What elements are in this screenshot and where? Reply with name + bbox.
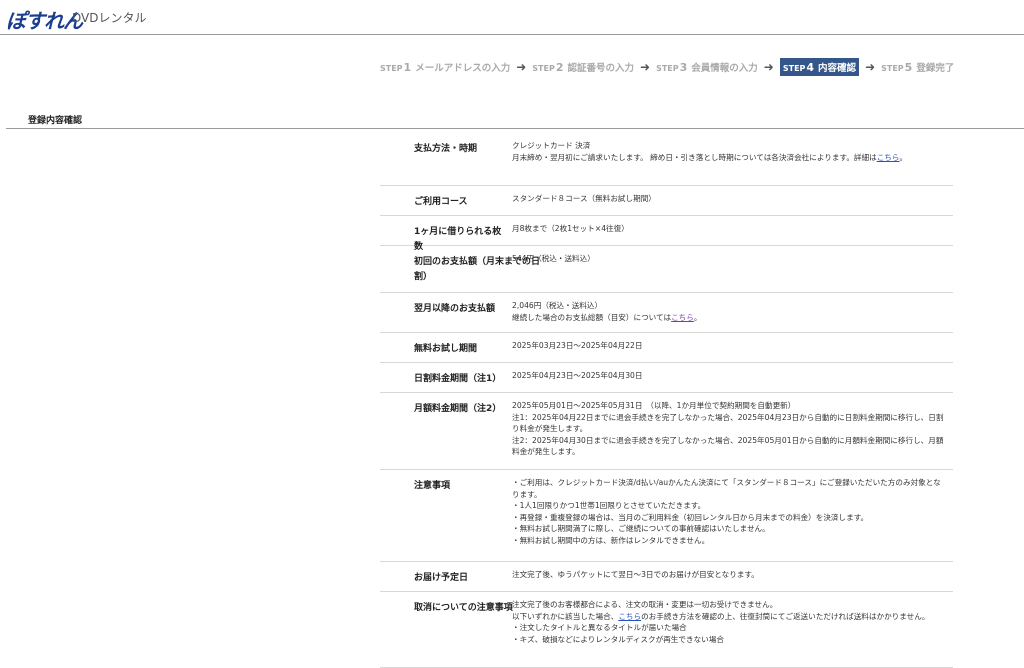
list-item: ・注文したタイトルと異なるタイトルが届いた場合 xyxy=(512,623,687,632)
list-item: ・無料お試し期間中の方は、新作はレンタルできません。 xyxy=(512,535,710,545)
step-1: STEP 1 メールアドレスの入力 xyxy=(380,60,510,74)
row-label: 月額料金期間（注2） xyxy=(414,404,502,414)
payment-timing-end: 。 xyxy=(899,152,908,162)
total-payment-link[interactable]: こちら xyxy=(671,313,694,322)
cancel-policy: 注文完了後のお客様都合による、注文の取消・変更は一切お受けできません。 xyxy=(512,600,778,609)
row-payment: 支払方法・時期 クレジットカード 決済 月末締め・翌月初にご請求いたします。 締… xyxy=(380,133,953,186)
step-3: STEP 3 会員情報の入力 xyxy=(656,60,758,74)
step-5: STEP 5 登録完了 xyxy=(881,60,954,74)
row-value: 544円（税込・送料込） xyxy=(512,254,595,263)
row-label: 1ヶ月に借りられる枚数 xyxy=(414,227,502,252)
site-logo[interactable]: ぽすれん xyxy=(6,5,83,34)
payment-timing-text: 月末締め・翌月初にご請求いたします。 締め日・引き落とし時期については各決済会社… xyxy=(512,152,877,162)
step-4-current: STEP 4 内容確認 xyxy=(779,58,860,76)
step-number: 3 xyxy=(679,61,688,74)
cancel-return-note: 以下いずれかに該当した場合、こちらのお手続き方法を確認の上、往復封筒にてご返送い… xyxy=(512,611,947,623)
step-label: 会員情報の入力 xyxy=(691,63,758,74)
step-label: 認証番号の入力 xyxy=(567,63,634,74)
next-payment-note-end: 。 xyxy=(693,312,702,322)
cancel-return-end: のお手続き方法を確認の上、往復封筒にてご返送いただければ送料はかかりません。 xyxy=(641,611,930,621)
row-daily-period: 日割料金期間（注1） 2025年04月23日～2025年04月30日 xyxy=(380,363,953,393)
row-label: 支払方法・時期 xyxy=(414,144,478,154)
step-word: STEP xyxy=(380,64,403,73)
row-label: 取消についての注意事項 xyxy=(414,603,513,613)
row-value: 注文完了後、ゆうパケットにて翌日～3日でのお届けが目安となります。 xyxy=(512,570,759,579)
row-discs: 1ヶ月に借りられる枚数 月8枚まで（2枚1セット×4往復） xyxy=(380,216,953,252)
step-number: 4 xyxy=(806,61,815,74)
step-number: 1 xyxy=(403,61,412,74)
payment-method: クレジットカード 決済 xyxy=(512,141,591,150)
row-label: ご利用コース xyxy=(414,197,468,207)
payment-timing: 月末締め・翌月初にご請求いたします。 締め日・引き落とし時期については各決済会社… xyxy=(512,152,947,164)
step-2: STEP 2 認証番号の入力 xyxy=(532,60,634,74)
return-procedure-link[interactable]: こちら xyxy=(618,612,641,621)
step-label: 登録完了 xyxy=(916,63,955,74)
step-progress: STEP 1 メールアドレスの入力 ➜ STEP 2 認証番号の入力 ➜ STEP 3 会員… xyxy=(380,58,954,76)
row-trial: 無料お試し期間 2025年03月23日～2025年04月22日 xyxy=(380,333,953,363)
step-word: STEP xyxy=(782,64,806,73)
row-course: ご利用コース スタンダード８コース（無料お試し期間） xyxy=(380,186,953,216)
row-label: お届け予定日 xyxy=(414,573,469,583)
arrow-right-icon: ➜ xyxy=(516,60,527,74)
service-name: DVDレンタル xyxy=(72,11,147,25)
next-payment-note: 継続した場合のお支払総額（目安）についてはこちら。 xyxy=(512,312,947,324)
row-cancel: 取消についての注意事項 注文完了後のお客様都合による、注文の取消・変更は一切お受… xyxy=(380,592,953,668)
section-title: 登録内容確認 xyxy=(28,116,83,126)
monthly-period: 2025年05月01日～2025年05月31日 （以降、1か月単位で契約期間を自… xyxy=(512,401,796,410)
step-word: STEP xyxy=(881,64,904,73)
step-word: STEP xyxy=(656,64,679,73)
section-divider xyxy=(6,128,1024,129)
next-payment-note-text: 継続した場合のお支払総額（目安）については xyxy=(512,312,672,322)
list-item: ・再登録・重複登録の場合は、当月のご利用料金（初回レンタル日から月末までの料金）… xyxy=(512,512,869,522)
row-value: 月8枚まで（2枚1セット×4往復） xyxy=(512,224,629,233)
list-item: ・1人1回限りかつ1世帯1回限りとさせていただきます。 xyxy=(512,501,706,510)
step-word: STEP xyxy=(532,64,555,73)
list-item: ・キズ、破損などによりレンタルディスクが再生できない場合 xyxy=(512,634,724,644)
step-label: 内容確認 xyxy=(818,63,857,74)
row-value: 注文完了後のお客様都合による、注文の取消・変更は一切お受けできません。 以下いず… xyxy=(510,592,953,667)
confirmation-table: 支払方法・時期 クレジットカード 決済 月末締め・翌月初にご請求いたします。 締… xyxy=(380,133,953,668)
row-delivery: お届け予定日 注文完了後、ゆうパケットにて翌日～3日でのお届けが目安となります。 xyxy=(380,562,953,592)
row-monthly-period: 月額料金期間（注2） 2025年05月01日～2025年05月31日 （以降、1… xyxy=(380,393,953,470)
note-2: 注2：2025年04月30日までに退会手続きを完了しなかった場合、2025年05… xyxy=(512,435,944,457)
arrow-right-icon: ➜ xyxy=(640,60,651,74)
row-first-payment: 初回のお支払額（月末までの日割） 544円（税込・送料込） xyxy=(380,246,953,293)
row-label: 無料お試し期間 xyxy=(414,344,478,354)
row-value: クレジットカード 決済 月末締め・翌月初にご請求いたします。 締め日・引き落とし… xyxy=(510,133,953,185)
arrow-right-icon: ➜ xyxy=(865,60,876,74)
row-value: 2025年05月01日～2025年05月31日 （以降、1か月単位で契約期間を自… xyxy=(510,393,953,469)
arrow-right-icon: ➜ xyxy=(763,60,774,74)
row-value: 2,046円（税込・送料込） 継続した場合のお支払総額（目安）についてはこちら。 xyxy=(510,293,953,332)
cancel-return-text: 以下いずれかに該当した場合、 xyxy=(512,611,619,621)
row-value: スタンダード８コース（無料お試し期間） xyxy=(512,194,656,203)
payment-details-link[interactable]: こちら xyxy=(877,153,900,162)
step-label: メールアドレスの入力 xyxy=(415,63,511,74)
row-value: 2025年03月23日～2025年04月22日 xyxy=(512,341,643,350)
step-number: 5 xyxy=(904,61,913,74)
site-header: ぽすれん DVDレンタル xyxy=(0,0,1024,35)
row-notes: 注意事項 ・ご利用は、クレジットカード決済/d払い/auかんたん決済にて「スタン… xyxy=(380,470,953,562)
note-1: 注1：2025年04月22日までに退会手続きを完了しなかった場合、2025年04… xyxy=(512,412,944,434)
list-item: ・無料お試し期間満了に際し、ご継続についての事前確認はいたしません。 xyxy=(512,524,770,533)
row-value: 2025年04月23日～2025年04月30日 xyxy=(512,371,643,380)
row-label: 翌月以降のお支払額 xyxy=(414,304,496,314)
row-label: 注意事項 xyxy=(414,481,451,491)
row-value: ・ご利用は、クレジットカード決済/d払い/auかんたん決済にて「スタンダード８コ… xyxy=(510,470,953,561)
row-label: 日割料金期間（注1） xyxy=(414,374,502,384)
next-payment-amount: 2,046円（税込・送料込） xyxy=(512,301,603,310)
list-item: ・ご利用は、クレジットカード決済/d払い/auかんたん決済にて「スタンダード８コ… xyxy=(512,478,941,499)
step-number: 2 xyxy=(555,61,564,74)
row-next-payment: 翌月以降のお支払額 2,046円（税込・送料込） 継続した場合のお支払総額（目安… xyxy=(380,293,953,333)
